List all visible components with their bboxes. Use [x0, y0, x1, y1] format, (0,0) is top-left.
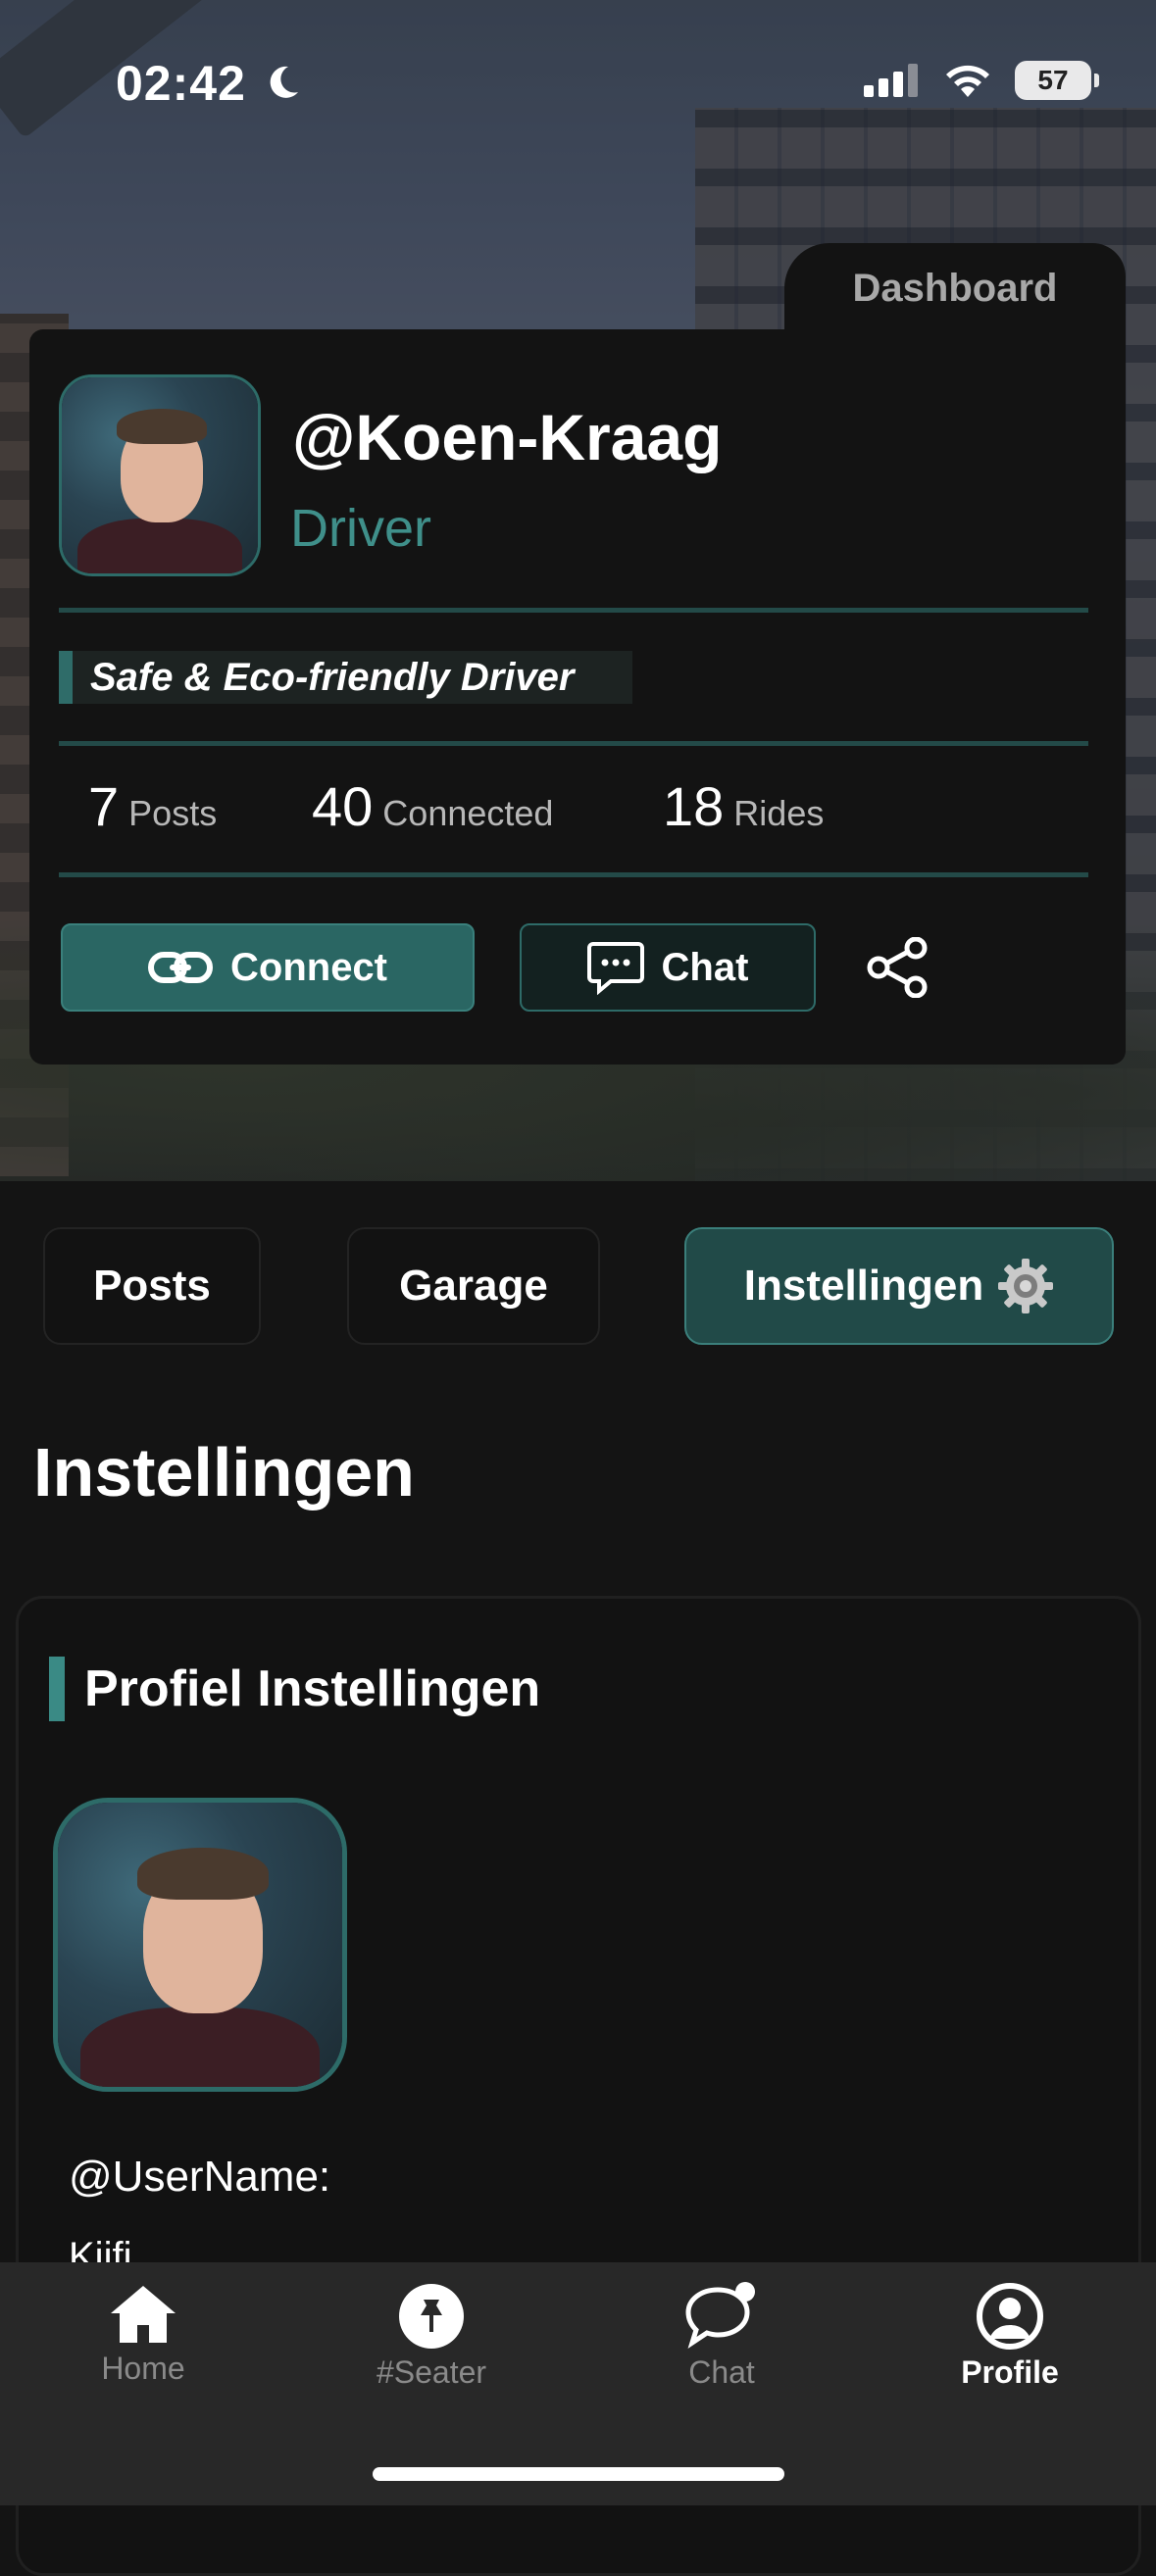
status-icons: 57 [864, 61, 1099, 100]
divider [59, 608, 1088, 613]
profile-role: Driver [290, 499, 431, 558]
nav-seater[interactable]: #Seater [333, 2282, 529, 2391]
moon-icon [270, 66, 298, 98]
nav-chat[interactable]: Chat [624, 2282, 820, 2391]
divider [59, 741, 1088, 746]
tab-garage[interactable]: Garage [347, 1227, 600, 1345]
stat-connected[interactable]: 40 Connected [312, 774, 553, 838]
share-icon[interactable] [867, 937, 930, 998]
tab-posts[interactable]: Posts [43, 1227, 261, 1345]
username-label: @UserName: [69, 2153, 331, 2201]
chat-icon [586, 942, 644, 995]
home-icon [111, 2286, 176, 2343]
battery-indicator: 57 [1015, 61, 1099, 100]
connect-button[interactable]: Connect [61, 923, 475, 1012]
tab-settings-label: Instellingen [743, 1262, 984, 1310]
tab-settings[interactable]: Instellingen [684, 1227, 1114, 1345]
divider [59, 872, 1088, 877]
wifi-icon [946, 65, 989, 97]
stat-posts[interactable]: 7 Posts [88, 774, 217, 838]
home-indicator [373, 2467, 784, 2481]
avatar[interactable] [59, 374, 261, 576]
nav-home[interactable]: Home [45, 2282, 241, 2387]
chat-bubble-icon [685, 2282, 755, 2349]
dashboard-tab[interactable]: Dashboard [784, 243, 1126, 341]
nav-profile[interactable]: Profile [912, 2282, 1108, 2391]
page-title: Instellingen [33, 1434, 415, 1511]
pin-icon [399, 2284, 464, 2349]
stat-rides[interactable]: 18 Rides [663, 774, 824, 838]
chat-button[interactable]: Chat [520, 923, 816, 1012]
profile-bio: Safe & Eco-friendly Driver [59, 651, 632, 704]
status-time: 02:42 [116, 56, 246, 111]
profile-photo-editor[interactable] [53, 1798, 347, 2092]
gear-icon [998, 1259, 1054, 1313]
profile-handle: @Koen-Kraag [292, 401, 723, 473]
link-icon [148, 952, 213, 983]
settings-panel-title: Profiel Instellingen [49, 1657, 540, 1721]
signal-icon [864, 64, 918, 97]
user-circle-icon [977, 2283, 1043, 2350]
